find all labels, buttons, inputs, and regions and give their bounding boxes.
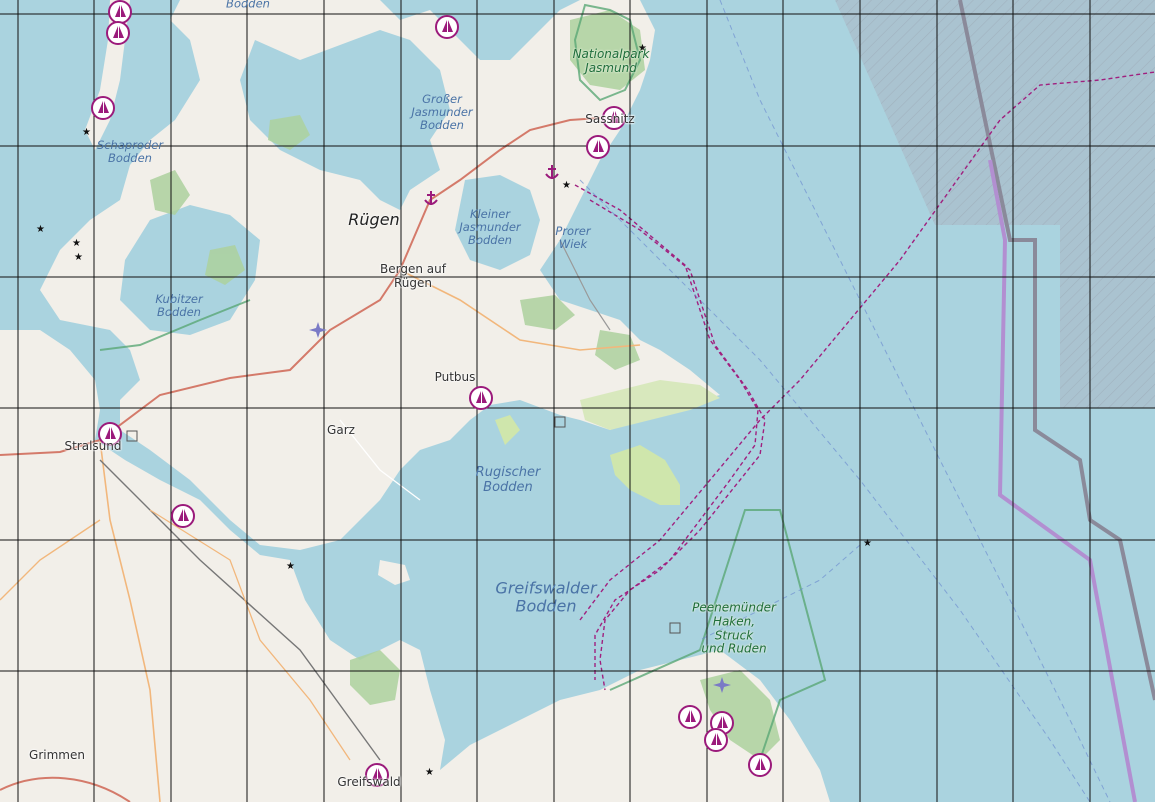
label-peenemuende: Peenemünder Haken, Struck und Ruden — [692, 600, 776, 656]
label-greifswalder-bodden: Greifswalder Bodden — [495, 578, 597, 616]
square-marker-icon — [669, 622, 681, 634]
label-prorer-wiek: Prorer Wiek — [555, 223, 591, 251]
beacon-light-icon: ★ — [72, 238, 81, 249]
sailboat-marina-icon[interactable] — [171, 504, 195, 528]
sailboat-marina-icon[interactable] — [704, 728, 728, 752]
label-grosser-jasmunder-bodden: Großer Jasmunder Bodden — [411, 92, 473, 133]
beacon-light-icon: ★ — [562, 180, 571, 191]
label-schaproder-bodden: Schaproder Bodden — [96, 137, 164, 165]
label-kleiner-jasmunder-bodden: Kleiner Jasmunder Bodden — [459, 207, 521, 248]
label-putbus: Putbus — [434, 370, 476, 385]
label-ruegen: Rügen — [348, 209, 400, 229]
label-stralsund: Stralsund — [64, 439, 122, 454]
beacon-light-icon: ★ — [82, 127, 91, 138]
sailboat-marina-icon[interactable] — [106, 21, 130, 45]
beacon-light-icon: ★ — [286, 561, 295, 572]
sailboat-marina-icon[interactable] — [586, 135, 610, 159]
nautical-map[interactable]: ★ ★ ★ ★ ★ ★ ★ ★ ★ Rügen Bergen auf Rügen… — [0, 0, 1155, 802]
square-marker-icon — [554, 416, 566, 428]
label-greifswald: Greifswald — [337, 775, 401, 790]
label-garz: Garz — [327, 423, 355, 438]
beacon-light-icon: ★ — [425, 767, 434, 778]
beacon-light-icon: ★ — [863, 538, 872, 549]
sailboat-marina-icon[interactable] — [91, 96, 115, 120]
sailboat-marina-icon[interactable] — [748, 753, 772, 777]
label-bodden-top: Bodden — [226, 0, 270, 11]
label-sassnitz: Sassnitz — [585, 112, 635, 127]
beacon-light-icon: ★ — [74, 252, 83, 263]
map-layers: ★ ★ ★ ★ ★ ★ ★ ★ ★ — [0, 0, 1155, 802]
label-grimmen: Grimmen — [29, 748, 85, 763]
label-kubitzer-bodden: Kubitzer Bodden — [155, 291, 203, 319]
label-bergen: Bergen auf Rügen — [380, 262, 446, 290]
sailboat-marina-icon[interactable] — [108, 0, 132, 24]
sailboat-marina-icon[interactable] — [678, 705, 702, 729]
sailboat-marina-icon[interactable] — [469, 386, 493, 410]
sailboat-marina-icon[interactable] — [435, 15, 459, 39]
restricted-area — [835, 0, 1155, 408]
beacon-light-icon: ★ — [36, 224, 45, 235]
label-rugischer-bodden: Rugischer Bodden — [475, 465, 541, 495]
label-nationalpark-jasmund: Nationalpark Jasmund — [572, 47, 650, 75]
